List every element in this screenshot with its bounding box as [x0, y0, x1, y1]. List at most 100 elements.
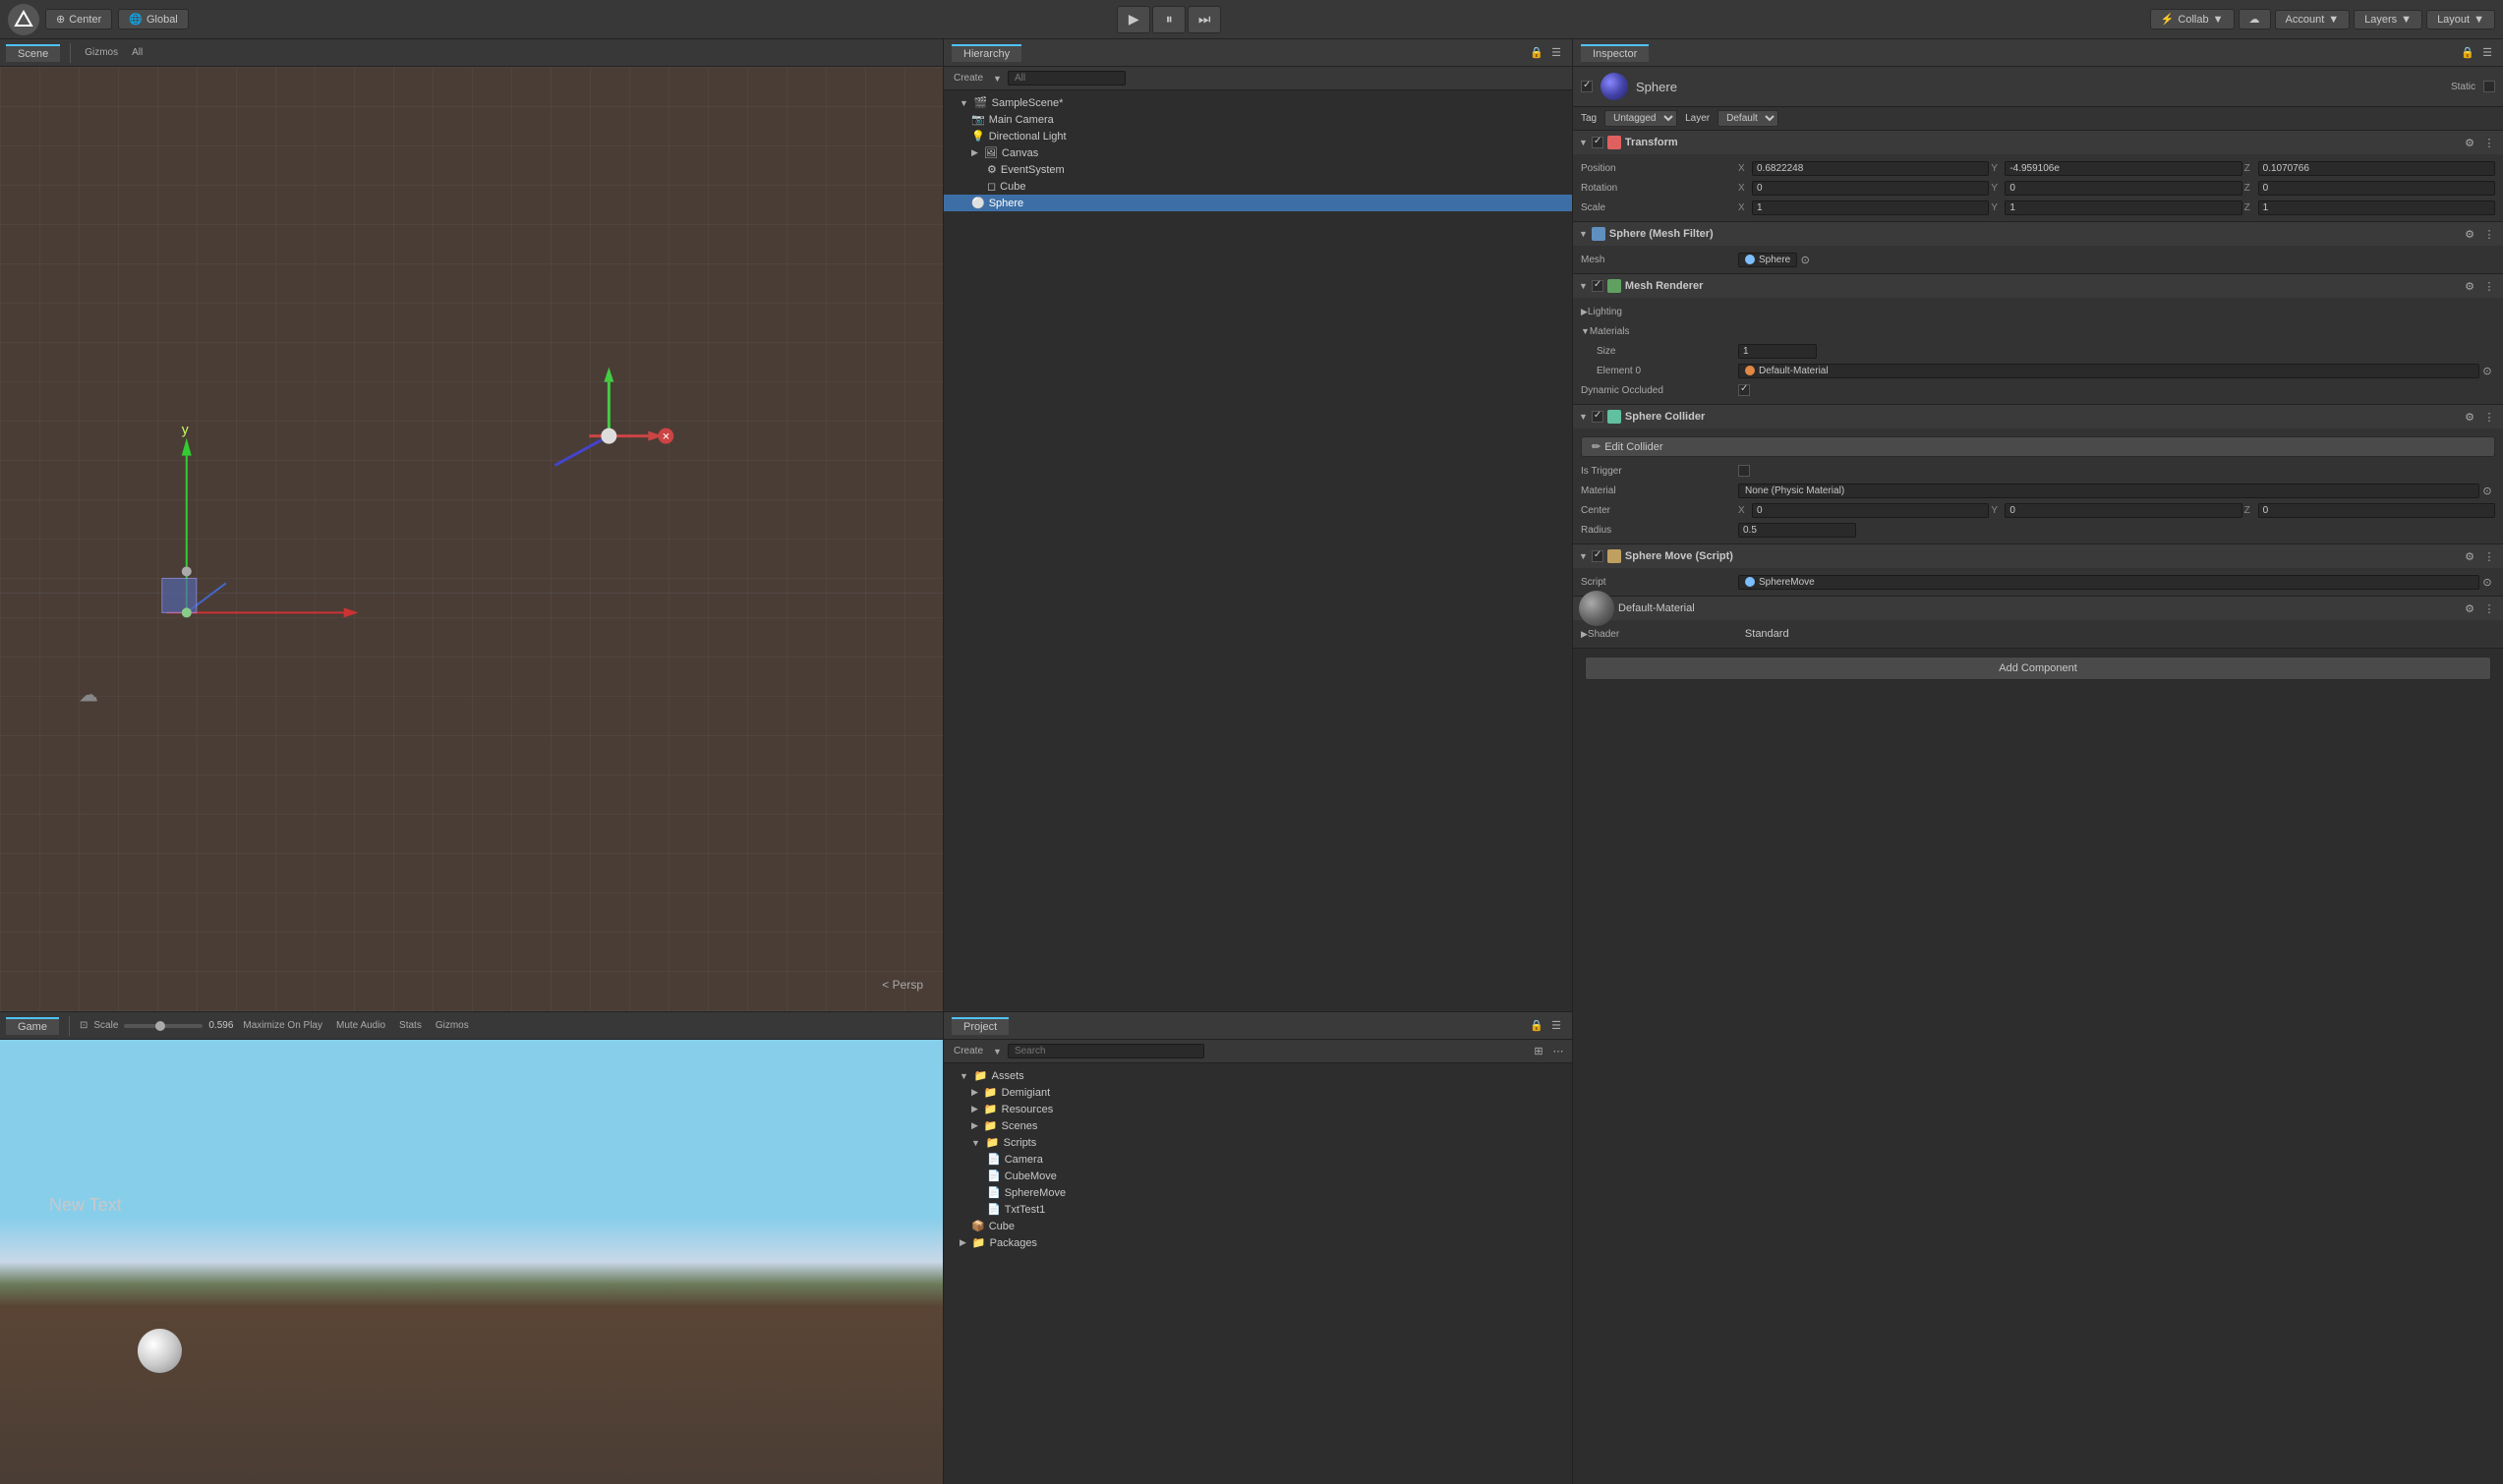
rot-z-input[interactable]	[2258, 181, 2495, 196]
project-search-input[interactable]	[1008, 1044, 1204, 1058]
transform-center-btn[interactable]: ⊕ Center	[45, 9, 112, 29]
hierarchy-item-cube[interactable]: ◻ Cube	[944, 178, 1572, 195]
sphere-collider-header[interactable]: ▼ Sphere Collider ⚙ ⋮	[1573, 405, 2503, 428]
hierarchy-lock-icon[interactable]: 🔒	[1529, 45, 1544, 61]
element0-value[interactable]: Default-Material	[1738, 364, 2479, 378]
sphere-move-edit-icon[interactable]: ⚙	[2462, 548, 2477, 564]
mesh-filter-header[interactable]: ▼ Sphere (Mesh Filter) ⚙ ⋮	[1573, 222, 2503, 246]
transform-edit-icon[interactable]: ⚙	[2462, 135, 2477, 150]
play-button[interactable]: ▶	[1117, 6, 1150, 33]
layout-button[interactable]: Layout ▼	[2426, 10, 2495, 29]
mesh-renderer-checkbox[interactable]	[1592, 280, 1603, 292]
project-menu-icon[interactable]: ☰	[1548, 1018, 1564, 1034]
pause-button[interactable]: ⏸	[1152, 6, 1186, 33]
rot-x-input[interactable]	[1752, 181, 1989, 196]
hierarchy-item-sphere[interactable]: ⚪ Sphere	[944, 195, 1572, 211]
dynamic-occluded-checkbox[interactable]	[1738, 384, 1750, 396]
sphere-move-header[interactable]: ▼ Sphere Move (Script) ⚙ ⋮	[1573, 544, 2503, 568]
transform-header[interactable]: ▼ Transform ⚙ ⋮	[1573, 131, 2503, 154]
sphere-collider-more-icon[interactable]: ⋮	[2481, 409, 2497, 425]
hierarchy-item-dirlight[interactable]: 💡 Directional Light	[944, 128, 1572, 144]
hierarchy-create-dropdown[interactable]: ▼	[993, 74, 1002, 84]
add-component-btn[interactable]: Add Component	[1585, 656, 2491, 680]
project-item-scripts[interactable]: ▼ 📁 Scripts	[944, 1134, 1572, 1151]
mesh-filter-edit-icon[interactable]: ⚙	[2462, 226, 2477, 242]
project-item-spheremove[interactable]: 📄 SphereMove	[944, 1184, 1572, 1201]
size-input[interactable]	[1738, 344, 1817, 359]
scale-slider[interactable]	[124, 1024, 203, 1028]
material-picker-icon[interactable]: ⊙	[2479, 483, 2495, 498]
material-expand[interactable]: ▶	[1581, 629, 1588, 640]
inspector-menu-icon[interactable]: ☰	[2479, 45, 2495, 61]
collab-button[interactable]: ⚡ Collab ▼	[2150, 9, 2235, 29]
project-item-cube[interactable]: 📦 Cube	[944, 1218, 1572, 1234]
scene-all-btn[interactable]: All	[128, 47, 146, 58]
mesh-picker-icon[interactable]: ⊙	[1797, 252, 1813, 267]
project-item-assets[interactable]: ▼ 📁 Assets	[944, 1067, 1572, 1084]
scene-gizmos-btn[interactable]: Gizmos	[81, 47, 122, 58]
project-filter-icon[interactable]: ⋯	[1550, 1044, 1566, 1059]
is-trigger-checkbox[interactable]	[1738, 465, 1750, 477]
scale-z-input[interactable]	[2258, 200, 2495, 215]
scale-x-input[interactable]	[1752, 200, 1989, 215]
script-value[interactable]: SphereMove	[1738, 575, 2479, 590]
sphere-move-checkbox[interactable]	[1592, 550, 1603, 562]
pos-z-input[interactable]	[2258, 161, 2495, 176]
hierarchy-item-scene[interactable]: ▼ 🎬 SampleScene*	[944, 94, 1572, 111]
inspector-tab[interactable]: Inspector	[1581, 44, 1649, 62]
mesh-renderer-header[interactable]: ▼ Mesh Renderer ⚙ ⋮	[1573, 274, 2503, 298]
material-settings-icon[interactable]: ⚙	[2462, 600, 2477, 616]
project-view-icon[interactable]: ⊞	[1531, 1044, 1546, 1059]
center-x-input[interactable]	[1752, 503, 1989, 518]
material-value[interactable]: None (Physic Material)	[1738, 484, 2479, 498]
hierarchy-search-input[interactable]	[1008, 71, 1126, 86]
transform-more-icon[interactable]: ⋮	[2481, 135, 2497, 150]
rot-y-input[interactable]	[2005, 181, 2241, 196]
maximize-on-play-btn[interactable]: Maximize On Play	[239, 1020, 326, 1031]
project-item-demigiant[interactable]: ▶ 📁 Demigiant	[944, 1084, 1572, 1101]
mesh-value[interactable]: Sphere	[1738, 253, 1797, 267]
project-item-cubemove[interactable]: 📄 CubeMove	[944, 1168, 1572, 1184]
project-item-camera[interactable]: 📄 Camera	[944, 1151, 1572, 1168]
layers-button[interactable]: Layers ▼	[2354, 10, 2422, 29]
hierarchy-tab[interactable]: Hierarchy	[952, 44, 1021, 62]
mesh-filter-more-icon[interactable]: ⋮	[2481, 226, 2497, 242]
hierarchy-item-canvas[interactable]: ▶ 🖼 Canvas	[944, 144, 1572, 161]
inspector-lock-icon[interactable]: 🔒	[2460, 45, 2475, 61]
element0-picker-icon[interactable]: ⊙	[2479, 363, 2495, 378]
hierarchy-item-eventsystem[interactable]: ⚙ EventSystem	[944, 161, 1572, 178]
center-z-input[interactable]	[2258, 503, 2495, 518]
lighting-collapse[interactable]: ▶	[1581, 307, 1588, 317]
static-checkbox[interactable]	[2483, 81, 2495, 92]
hierarchy-item-maincamera[interactable]: 📷 Main Camera	[944, 111, 1572, 128]
material-more-icon[interactable]: ⋮	[2481, 600, 2497, 616]
transform-checkbox[interactable]	[1592, 137, 1603, 148]
mute-audio-btn[interactable]: Mute Audio	[332, 1020, 389, 1031]
tag-select[interactable]: Untagged	[1604, 110, 1677, 127]
account-button[interactable]: Account ▼	[2275, 10, 2351, 29]
radius-input[interactable]	[1738, 523, 1856, 538]
mesh-renderer-edit-icon[interactable]: ⚙	[2462, 278, 2477, 294]
script-picker-icon[interactable]: ⊙	[2479, 574, 2495, 590]
sphere-move-more-icon[interactable]: ⋮	[2481, 548, 2497, 564]
project-tab[interactable]: Project	[952, 1017, 1009, 1035]
game-gizmos-btn[interactable]: Gizmos	[432, 1020, 473, 1031]
pos-y-input[interactable]	[2005, 161, 2241, 176]
edit-collider-btn[interactable]: ✏ Edit Collider	[1581, 436, 2495, 457]
scale-y-input[interactable]	[2005, 200, 2241, 215]
materials-collapse[interactable]: ▼	[1581, 326, 1590, 336]
object-name[interactable]: Sphere	[1636, 80, 2443, 94]
center-y-input[interactable]	[2005, 503, 2241, 518]
project-create-dropdown[interactable]: ▼	[993, 1047, 1002, 1056]
project-item-resources[interactable]: ▶ 📁 Resources	[944, 1101, 1572, 1117]
object-active-checkbox[interactable]	[1581, 81, 1593, 92]
project-lock-icon[interactable]: 🔒	[1529, 1018, 1544, 1034]
hierarchy-menu-icon[interactable]: ☰	[1548, 45, 1564, 61]
project-item-scenes[interactable]: ▶ 📁 Scenes	[944, 1117, 1572, 1134]
sphere-collider-checkbox[interactable]	[1592, 411, 1603, 423]
stats-btn[interactable]: Stats	[395, 1020, 426, 1031]
default-material-header[interactable]: Default-Material ⚙ ⋮	[1573, 597, 2503, 620]
game-tab[interactable]: Game	[6, 1017, 59, 1035]
scene-tab[interactable]: Scene	[6, 44, 60, 62]
mesh-renderer-more-icon[interactable]: ⋮	[2481, 278, 2497, 294]
